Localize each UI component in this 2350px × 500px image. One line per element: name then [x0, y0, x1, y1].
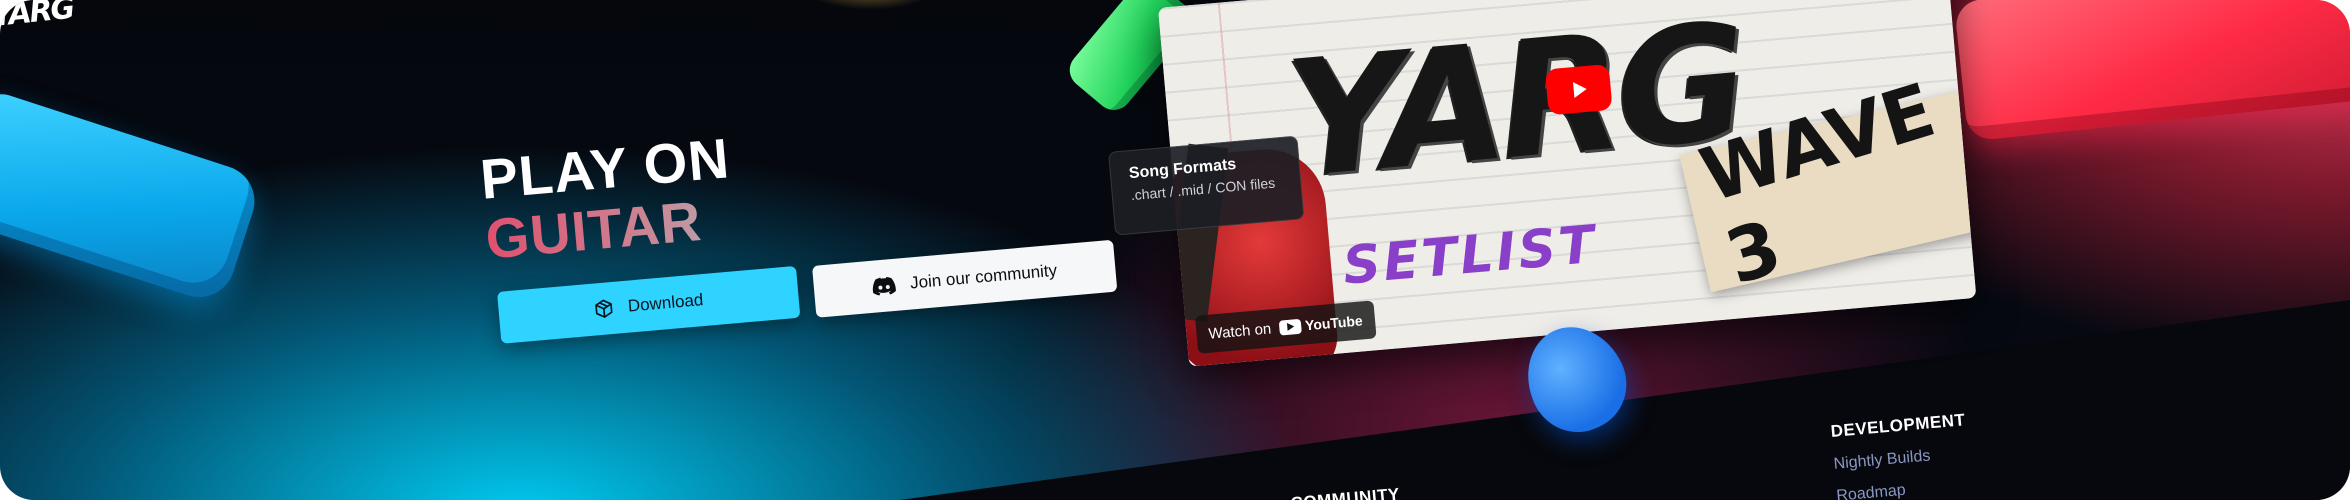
blue-fret-decoration [0, 88, 264, 307]
youtube-label: YouTube [1304, 312, 1364, 334]
package-box-icon [593, 298, 615, 320]
youtube-logo: YouTube [1278, 312, 1364, 336]
footer-development-column: DEVELOPMENT Nightly Builds Roadmap [1830, 410, 1972, 500]
decorative-glow [800, 0, 940, 10]
join-community-label: Join our community [909, 260, 1058, 293]
youtube-mini-icon [1278, 318, 1302, 336]
discord-icon [871, 275, 897, 297]
song-formats-tooltip: Song Formats .chart / .mid / CON files [1108, 135, 1305, 236]
red-fret-decoration [1953, 0, 2350, 142]
join-community-button[interactable]: Join our community [812, 239, 1118, 318]
youtube-play-icon[interactable] [1544, 63, 1613, 116]
download-button[interactable]: Download [497, 265, 801, 344]
hero-heading: PLAY ON GUITAR [478, 126, 737, 270]
download-button-label: Download [627, 290, 705, 316]
hero-section: YARG PLAY ON GUITAR Download Join our co… [0, 0, 2350, 500]
footer-link-nightly-builds[interactable]: Nightly Builds [1833, 444, 1969, 474]
site-logo[interactable]: YARG [0, 0, 75, 34]
watch-on-label: Watch on [1207, 319, 1272, 343]
